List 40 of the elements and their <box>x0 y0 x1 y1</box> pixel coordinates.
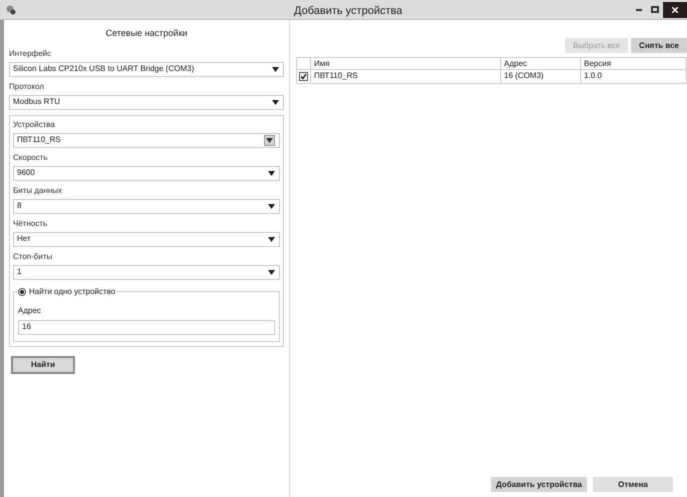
dropdown-field[interactable]: Silicon Labs CP210x USB to UART Bridge (COM3) <box>9 62 284 76</box>
app-icon <box>6 4 16 14</box>
table-cell-text: 1.0.0 <box>583 70 603 82</box>
column-header: Версия <box>583 58 612 69</box>
dropdown-arrow-icon[interactable] <box>264 134 275 146</box>
dropdown-arrow-icon <box>268 170 275 176</box>
add-devices-button[interactable]: Добавить устройства <box>491 477 587 492</box>
field-label: Биты данных <box>13 186 64 196</box>
find-button[interactable]: Найти <box>11 356 75 374</box>
field-label: Устройства <box>13 120 56 130</box>
dropdown-field[interactable]: Modbus RTU <box>9 94 284 110</box>
dropdown-arrow-icon <box>272 66 279 72</box>
table-cell: ПВТ110_RS <box>311 70 501 83</box>
field-label: Протокол <box>9 82 46 92</box>
close-icon[interactable] <box>663 2 687 18</box>
field-label: Чётность <box>13 218 48 228</box>
column-header: Имя <box>311 58 501 69</box>
dropdown-field[interactable]: ПВТ110_RS <box>13 132 280 148</box>
dropdown-field[interactable]: 1 <box>13 264 280 280</box>
dropdown-arrow-icon <box>268 236 275 242</box>
dropdown-arrow-icon <box>268 270 275 274</box>
dropdown-field[interactable]: 8 <box>13 198 280 214</box>
dropdown-arrow-icon <box>272 100 279 104</box>
window-title: Добавить устройства <box>294 4 402 16</box>
cancel-button[interactable]: Отмена <box>593 477 673 492</box>
row-checkbox[interactable] <box>299 72 308 81</box>
dropdown-field[interactable]: 9600 <box>13 166 280 180</box>
table-cell: 16 (COM3) <box>501 70 581 83</box>
panel-title: Сетевые настройки <box>104 27 188 40</box>
field-label: Стоп-биты <box>13 252 54 262</box>
radio-button[interactable] <box>18 288 26 296</box>
dropdown-arrow-icon <box>268 204 275 208</box>
deselect-all-button[interactable]: Снять все <box>631 38 687 53</box>
column-header: Адрес <box>501 58 581 69</box>
field-label: Адрес <box>18 304 42 316</box>
address-field[interactable]: 16 <box>18 320 275 334</box>
dropdown-field[interactable]: Нет <box>13 232 280 246</box>
field-label: Интерфейс <box>9 48 52 58</box>
radio-label: Найти одно устройство <box>29 286 116 298</box>
field-label: Скорость <box>13 152 49 162</box>
